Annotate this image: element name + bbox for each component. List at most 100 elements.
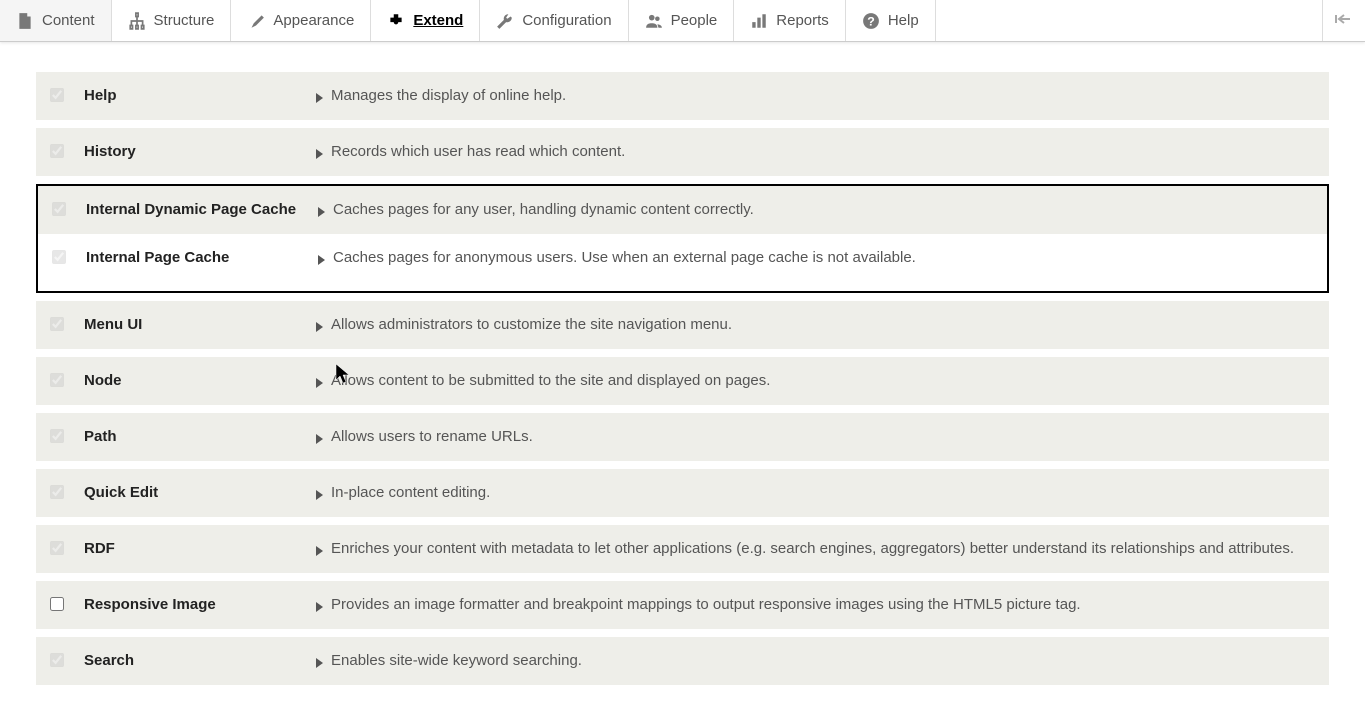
toolbar-label: Content — [42, 12, 95, 29]
module-description-cell: In-place content editing. — [316, 483, 1315, 501]
module-row: Quick Edit In-place content editing. — [36, 469, 1329, 517]
expand-triangle-icon[interactable] — [318, 207, 325, 217]
module-name: Responsive Image — [84, 595, 316, 613]
module-checkbox-cell — [50, 651, 84, 670]
module-checkbox — [50, 429, 64, 443]
module-row: Internal Page Cache Caches pages for anon… — [38, 234, 1327, 291]
module-checkbox — [50, 144, 64, 158]
module-description-cell: Caches pages for any user, handling dyna… — [318, 200, 1313, 218]
expand-triangle-icon[interactable] — [316, 658, 323, 668]
expand-triangle-icon[interactable] — [316, 490, 323, 500]
toolbar-item-content[interactable]: Content — [0, 0, 112, 41]
module-description: In-place content editing. — [331, 484, 490, 501]
module-description: Enriches your content with metadata to l… — [331, 540, 1294, 557]
module-row: HelpManages the display of online help. — [36, 72, 1329, 120]
content-icon — [16, 12, 34, 30]
module-row: Node Allows content to be submitted to th… — [36, 357, 1329, 405]
extend-icon — [387, 12, 405, 30]
highlight-box: Internal Dynamic Page Cache Caches pages … — [36, 184, 1329, 293]
toolbar-label: Configuration — [522, 12, 611, 29]
module-checkbox-cell — [50, 142, 84, 161]
expand-triangle-icon[interactable] — [318, 255, 325, 265]
module-checkbox — [52, 250, 66, 264]
module-description: Caches pages for any user, handling dyna… — [333, 201, 754, 218]
expand-triangle-icon[interactable] — [316, 378, 323, 388]
expand-triangle-icon[interactable] — [316, 434, 323, 444]
toolbar-item-structure[interactable]: Structure — [112, 0, 232, 41]
reports-icon — [750, 12, 768, 30]
module-description: Allows administrators to customize the s… — [331, 316, 732, 333]
module-description-cell: Records which user has read which conten… — [316, 142, 1315, 160]
module-name: Path — [84, 427, 316, 445]
extend-content: HelpManages the display of online help.H… — [0, 42, 1365, 713]
module-checkbox — [52, 202, 66, 216]
toolbar-label: Reports — [776, 12, 829, 29]
module-checkbox — [50, 541, 64, 555]
expand-triangle-icon[interactable] — [316, 322, 323, 332]
toolbar-item-appearance[interactable]: Appearance — [231, 0, 371, 41]
module-checkbox-cell — [50, 483, 84, 502]
orientation-icon — [1335, 10, 1353, 31]
module-row: Internal Dynamic Page Cache Caches pages … — [38, 186, 1327, 234]
toolbar-item-help[interactable]: ? Help — [846, 0, 936, 41]
toolbar-label: Structure — [154, 12, 215, 29]
module-checkbox-cell — [52, 248, 86, 267]
module-checkbox-cell — [50, 595, 84, 614]
admin-toolbar: Content Structure Appearance Extend Conf… — [0, 0, 1365, 42]
module-name: Quick Edit — [84, 483, 316, 501]
svg-text:?: ? — [867, 14, 875, 28]
toolbar-label: Appearance — [273, 12, 354, 29]
module-description-cell: Provides an image formatter and breakpoi… — [316, 595, 1315, 613]
module-description-cell: Allows administrators to customize the s… — [316, 315, 1315, 333]
module-name: Node — [84, 371, 316, 389]
module-name: Internal Dynamic Page Cache — [86, 200, 318, 218]
toolbar-orientation-toggle[interactable] — [1322, 0, 1365, 41]
expand-triangle-icon[interactable] — [316, 149, 323, 159]
module-row: Path Allows users to rename URLs. — [36, 413, 1329, 461]
module-description-cell: Manages the display of online help. — [316, 86, 1315, 104]
module-description-cell: Enriches your content with metadata to l… — [316, 539, 1315, 557]
toolbar-label: Help — [888, 12, 919, 29]
toolbar-label: People — [671, 12, 718, 29]
module-checkbox-cell — [50, 315, 84, 334]
module-description: Records which user has read which conten… — [331, 143, 625, 160]
expand-triangle-icon[interactable] — [316, 602, 323, 612]
toolbar-spacer — [936, 0, 1322, 41]
configuration-icon — [496, 12, 514, 30]
module-name: Internal Page Cache — [86, 248, 318, 266]
module-checkbox — [50, 653, 64, 667]
toolbar-item-people[interactable]: People — [629, 0, 735, 41]
help-icon: ? — [862, 12, 880, 30]
module-description-cell: Allows users to rename URLs. — [316, 427, 1315, 445]
appearance-icon — [247, 12, 265, 30]
module-checkbox-cell — [50, 371, 84, 390]
module-checkbox-cell — [50, 539, 84, 558]
module-row: Responsive Image Provides an image format… — [36, 581, 1329, 629]
module-name: Search — [84, 651, 316, 669]
module-description: Provides an image formatter and breakpoi… — [331, 596, 1081, 613]
module-description: Allows users to rename URLs. — [331, 428, 533, 445]
toolbar-item-configuration[interactable]: Configuration — [480, 0, 628, 41]
module-checkbox-cell — [52, 200, 86, 219]
module-name: RDF — [84, 539, 316, 557]
toolbar-item-reports[interactable]: Reports — [734, 0, 846, 41]
module-row: SearchEnables site-wide keyword searchin… — [36, 637, 1329, 685]
module-description-cell: Enables site-wide keyword searching. — [316, 651, 1315, 669]
module-checkbox[interactable] — [50, 597, 64, 611]
module-name: Help — [84, 86, 316, 104]
expand-triangle-icon[interactable] — [316, 546, 323, 556]
module-checkbox — [50, 88, 64, 102]
module-description: Allows content to be submitted to the si… — [331, 372, 770, 389]
toolbar-label: Extend — [413, 12, 463, 29]
toolbar-item-extend[interactable]: Extend — [371, 0, 480, 41]
module-description-cell: Allows content to be submitted to the si… — [316, 371, 1315, 389]
people-icon — [645, 12, 663, 30]
module-checkbox-cell — [50, 427, 84, 446]
module-checkbox — [50, 485, 64, 499]
module-row: Menu UIAllows administrators to customiz… — [36, 301, 1329, 349]
expand-triangle-icon[interactable] — [316, 93, 323, 103]
module-checkbox-cell — [50, 86, 84, 105]
modules-list: HelpManages the display of online help.H… — [36, 72, 1329, 685]
module-description: Caches pages for anonymous users. Use wh… — [333, 249, 916, 266]
module-row: HistoryRecords which user has read which… — [36, 128, 1329, 176]
